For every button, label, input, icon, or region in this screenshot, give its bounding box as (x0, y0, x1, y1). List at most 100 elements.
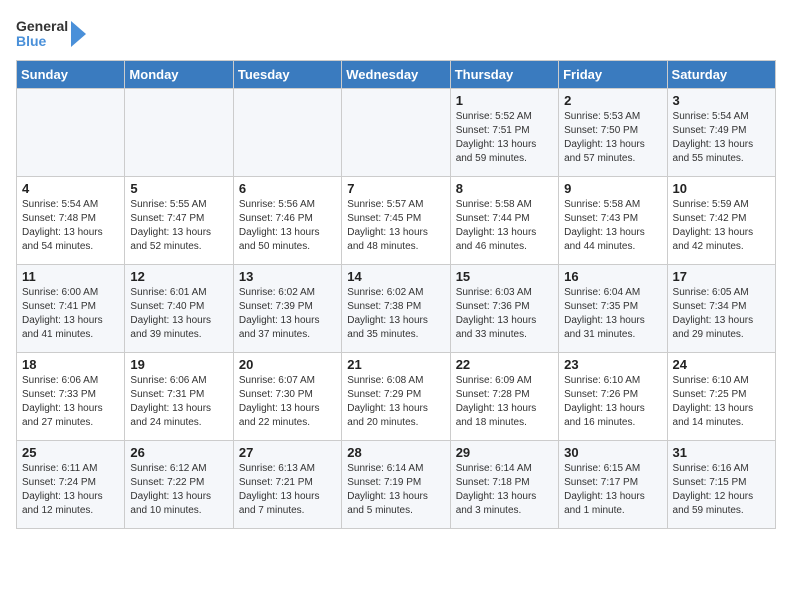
day-number: 11 (22, 269, 119, 284)
calendar-cell (125, 89, 233, 177)
day-number: 7 (347, 181, 444, 196)
calendar-cell: 12Sunrise: 6:01 AM Sunset: 7:40 PM Dayli… (125, 265, 233, 353)
calendar-cell: 1 Sunrise: 5:52 AM Sunset: 7:51 PM Daylig… (450, 89, 558, 177)
day-number: 29 (456, 445, 553, 460)
day-number: 28 (347, 445, 444, 460)
day-number: 23 (564, 357, 661, 372)
day-number: 31 (673, 445, 770, 460)
weekday-header-monday: Monday (125, 61, 233, 89)
generalblue-logo-icon: GeneralBlue (16, 16, 96, 52)
calendar-body: 1 Sunrise: 5:52 AM Sunset: 7:51 PM Daylig… (17, 89, 776, 529)
day-info: Sunrise: 6:02 AM Sunset: 7:38 PM Dayligh… (347, 286, 444, 342)
day-info: Sunrise: 6:11 AM Sunset: 7:24 PM Dayligh… (22, 462, 119, 518)
calendar-cell: 23 Sunrise: 6:10 AM Sunset: 7:26 PM Dayli… (559, 353, 667, 441)
day-info: Sunrise: 6:10 AM Sunset: 7:25 PM Dayligh… (673, 374, 770, 430)
calendar-table: SundayMondayTuesdayWednesdayThursdayFrid… (16, 60, 776, 529)
day-info: Sunrise: 5:54 AM Sunset: 7:49 PM Dayligh… (673, 110, 770, 166)
day-info: Sunrise: 5:58 AM Sunset: 7:43 PM Dayligh… (564, 198, 661, 254)
day-info: Sunrise: 5:52 AM Sunset: 7:51 PM Dayligh… (456, 110, 553, 166)
calendar-week-1: 1 Sunrise: 5:52 AM Sunset: 7:51 PM Daylig… (17, 89, 776, 177)
calendar-cell: 3 Sunrise: 5:54 AM Sunset: 7:49 PM Daylig… (667, 89, 775, 177)
svg-text:Blue: Blue (16, 33, 47, 49)
day-number: 25 (22, 445, 119, 460)
day-number: 13 (239, 269, 336, 284)
weekday-header-saturday: Saturday (667, 61, 775, 89)
calendar-cell: 19Sunrise: 6:06 AM Sunset: 7:31 PM Dayli… (125, 353, 233, 441)
day-number: 4 (22, 181, 119, 196)
day-info: Sunrise: 6:14 AM Sunset: 7:19 PM Dayligh… (347, 462, 444, 518)
day-number: 3 (673, 93, 770, 108)
calendar-week-4: 18 Sunrise: 6:06 AM Sunset: 7:33 PM Dayli… (17, 353, 776, 441)
calendar-cell: 8 Sunrise: 5:58 AM Sunset: 7:44 PM Daylig… (450, 177, 558, 265)
day-number: 1 (456, 93, 553, 108)
logo: GeneralBlue (16, 16, 96, 52)
day-info: Sunrise: 6:09 AM Sunset: 7:28 PM Dayligh… (456, 374, 553, 430)
day-number: 10 (673, 181, 770, 196)
calendar-header: SundayMondayTuesdayWednesdayThursdayFrid… (17, 61, 776, 89)
day-number: 6 (239, 181, 336, 196)
calendar-cell: 26 Sunrise: 6:12 AM Sunset: 7:22 PM Dayli… (125, 441, 233, 529)
weekday-header-row: SundayMondayTuesdayWednesdayThursdayFrid… (17, 61, 776, 89)
calendar-cell: 4 Sunrise: 5:54 AM Sunset: 7:48 PM Daylig… (17, 177, 125, 265)
calendar-cell: 21 Sunrise: 6:08 AM Sunset: 7:29 PM Dayli… (342, 353, 450, 441)
day-info: Sunrise: 6:04 AM Sunset: 7:35 PM Dayligh… (564, 286, 661, 342)
calendar-cell: 16 Sunrise: 6:04 AM Sunset: 7:35 PM Dayli… (559, 265, 667, 353)
weekday-header-sunday: Sunday (17, 61, 125, 89)
day-number: 20 (239, 357, 336, 372)
day-info: Sunrise: 5:55 AM Sunset: 7:47 PM Dayligh… (130, 198, 227, 254)
calendar-cell: 14 Sunrise: 6:02 AM Sunset: 7:38 PM Dayli… (342, 265, 450, 353)
calendar-cell (17, 89, 125, 177)
calendar-cell: 10 Sunrise: 5:59 AM Sunset: 7:42 PM Dayli… (667, 177, 775, 265)
day-number: 24 (673, 357, 770, 372)
calendar-cell: 22 Sunrise: 6:09 AM Sunset: 7:28 PM Dayli… (450, 353, 558, 441)
calendar-cell: 31 Sunrise: 6:16 AM Sunset: 7:15 PM Dayli… (667, 441, 775, 529)
day-info: Sunrise: 5:58 AM Sunset: 7:44 PM Dayligh… (456, 198, 553, 254)
day-info: Sunrise: 6:06 AM Sunset: 7:33 PM Dayligh… (22, 374, 119, 430)
day-number: 8 (456, 181, 553, 196)
day-info: Sunrise: 6:00 AM Sunset: 7:41 PM Dayligh… (22, 286, 119, 342)
weekday-header-tuesday: Tuesday (233, 61, 341, 89)
calendar-cell: 18 Sunrise: 6:06 AM Sunset: 7:33 PM Dayli… (17, 353, 125, 441)
calendar-cell (342, 89, 450, 177)
day-number: 15 (456, 269, 553, 284)
day-info: Sunrise: 6:14 AM Sunset: 7:18 PM Dayligh… (456, 462, 553, 518)
day-number: 22 (456, 357, 553, 372)
day-info: Sunrise: 6:16 AM Sunset: 7:15 PM Dayligh… (673, 462, 770, 518)
day-number: 16 (564, 269, 661, 284)
calendar-cell: 25 Sunrise: 6:11 AM Sunset: 7:24 PM Dayli… (17, 441, 125, 529)
header: GeneralBlue (16, 16, 776, 52)
calendar-week-3: 11 Sunrise: 6:00 AM Sunset: 7:41 PM Dayli… (17, 265, 776, 353)
calendar-cell: 6 Sunrise: 5:56 AM Sunset: 7:46 PM Daylig… (233, 177, 341, 265)
calendar-cell: 29 Sunrise: 6:14 AM Sunset: 7:18 PM Dayli… (450, 441, 558, 529)
calendar-cell: 20 Sunrise: 6:07 AM Sunset: 7:30 PM Dayli… (233, 353, 341, 441)
calendar-cell (233, 89, 341, 177)
calendar-cell: 2Sunrise: 5:53 AM Sunset: 7:50 PM Daylig… (559, 89, 667, 177)
calendar-cell: 13Sunrise: 6:02 AM Sunset: 7:39 PM Dayli… (233, 265, 341, 353)
day-number: 14 (347, 269, 444, 284)
calendar-cell: 11 Sunrise: 6:00 AM Sunset: 7:41 PM Dayli… (17, 265, 125, 353)
day-number: 30 (564, 445, 661, 460)
day-info: Sunrise: 6:10 AM Sunset: 7:26 PM Dayligh… (564, 374, 661, 430)
calendar-cell: 24 Sunrise: 6:10 AM Sunset: 7:25 PM Dayli… (667, 353, 775, 441)
day-info: Sunrise: 5:56 AM Sunset: 7:46 PM Dayligh… (239, 198, 336, 254)
day-info: Sunrise: 6:07 AM Sunset: 7:30 PM Dayligh… (239, 374, 336, 430)
day-number: 27 (239, 445, 336, 460)
calendar-week-2: 4 Sunrise: 5:54 AM Sunset: 7:48 PM Daylig… (17, 177, 776, 265)
calendar-cell: 5 Sunrise: 5:55 AM Sunset: 7:47 PM Daylig… (125, 177, 233, 265)
day-info: Sunrise: 6:03 AM Sunset: 7:36 PM Dayligh… (456, 286, 553, 342)
day-info: Sunrise: 5:54 AM Sunset: 7:48 PM Dayligh… (22, 198, 119, 254)
day-info: Sunrise: 6:08 AM Sunset: 7:29 PM Dayligh… (347, 374, 444, 430)
day-info: Sunrise: 5:59 AM Sunset: 7:42 PM Dayligh… (673, 198, 770, 254)
day-info: Sunrise: 6:01 AM Sunset: 7:40 PM Dayligh… (130, 286, 227, 342)
day-number: 5 (130, 181, 227, 196)
weekday-header-friday: Friday (559, 61, 667, 89)
svg-text:General: General (16, 18, 68, 34)
day-number: 18 (22, 357, 119, 372)
day-number: 9 (564, 181, 661, 196)
day-number: 26 (130, 445, 227, 460)
day-info: Sunrise: 6:05 AM Sunset: 7:34 PM Dayligh… (673, 286, 770, 342)
calendar-cell: 28 Sunrise: 6:14 AM Sunset: 7:19 PM Dayli… (342, 441, 450, 529)
day-number: 21 (347, 357, 444, 372)
day-info: Sunrise: 6:12 AM Sunset: 7:22 PM Dayligh… (130, 462, 227, 518)
day-info: Sunrise: 6:15 AM Sunset: 7:17 PM Dayligh… (564, 462, 661, 518)
